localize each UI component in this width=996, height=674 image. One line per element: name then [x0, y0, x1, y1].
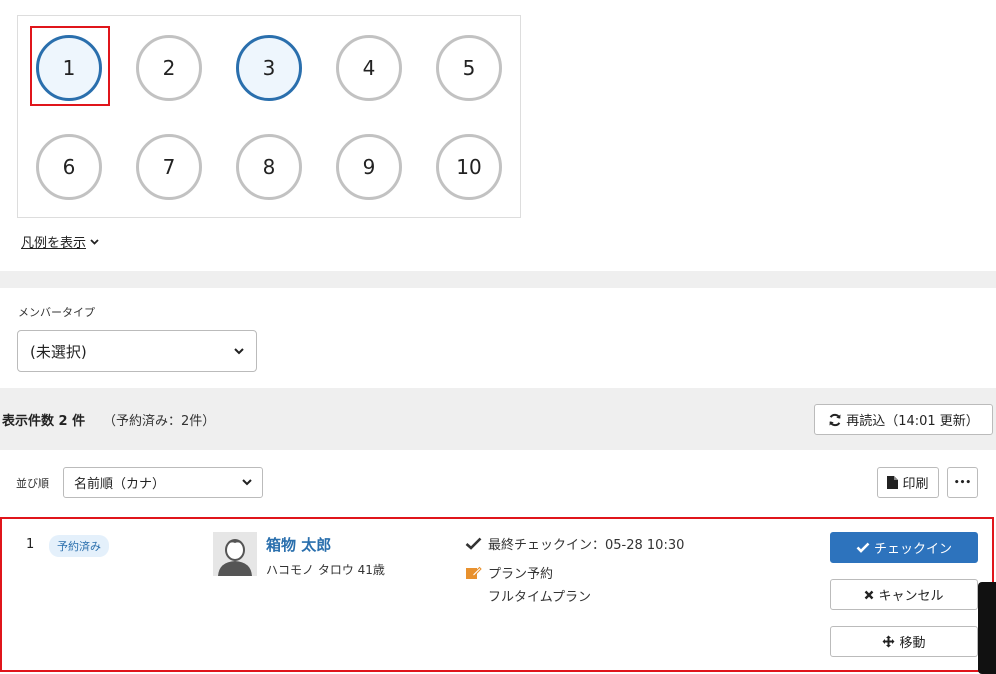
avatar [213, 532, 257, 576]
legend-toggle-link[interactable]: 凡例を表示 [21, 232, 99, 251]
chevron-down-icon [242, 479, 252, 486]
seat-6[interactable]: 6 [36, 134, 102, 200]
cancel-button-label: キャンセル [878, 589, 944, 604]
member-type-label: メンバータイプ [18, 306, 95, 319]
move-arrows-icon [882, 635, 895, 648]
legend-link-label: 凡例を表示 [21, 236, 87, 251]
check-icon [856, 542, 870, 553]
more-options-button[interactable]: ••• [947, 467, 978, 498]
row-index: 1 [26, 537, 35, 552]
chevron-down-icon [234, 347, 244, 354]
last-checkin-text: 最終チェックイン：05-28 10:30 [488, 538, 685, 553]
member-type-select[interactable]: (未選択) [17, 330, 257, 372]
checkin-button-label: チェックイン [873, 542, 952, 557]
reserved-count: （予約済み：2件） [103, 414, 216, 429]
move-button-label: 移動 [899, 636, 926, 651]
seat-1[interactable]: 1 [36, 35, 102, 101]
plan-name-line: フルタイムプラン [488, 586, 591, 605]
reservation-card: 1 予約済み 箱物 太郎 ハコモノ タロウ 41歳 最終チェックイン：05-28… [0, 517, 994, 672]
sort-value: 名前順（カナ） [74, 477, 166, 492]
member-kana-age: ハコモノ タロウ 41歳 [266, 563, 385, 577]
result-count: 表示件数 2 件 [2, 414, 86, 429]
plan-type-text: プラン予約 [488, 567, 554, 582]
seat-7[interactable]: 7 [136, 134, 202, 200]
plan-edit-icon [466, 566, 482, 579]
move-button[interactable]: 移動 [830, 626, 978, 657]
plan-name-text: フルタイムプラン [488, 590, 591, 605]
section-divider [0, 271, 996, 288]
seat-4[interactable]: 4 [336, 35, 402, 101]
seat-3[interactable]: 3 [236, 35, 302, 101]
reload-button[interactable]: 再読込（14:01 更新） [814, 404, 993, 435]
close-icon [865, 590, 874, 599]
feedback-side-tab[interactable] [978, 582, 996, 674]
refresh-icon [829, 413, 841, 426]
seat-2[interactable]: 2 [136, 35, 202, 101]
reload-button-label: 再読込（14:01 更新） [846, 414, 979, 429]
more-options-icon: ••• [953, 477, 972, 488]
seat-8[interactable]: 8 [236, 134, 302, 200]
last-checkin-line: 最終チェックイン：05-28 10:30 [465, 534, 684, 553]
seat-5[interactable]: 5 [436, 35, 502, 101]
seat-map-panel: 1 2 3 4 5 6 7 8 9 10 [17, 15, 521, 218]
checkin-button[interactable]: チェックイン [830, 532, 978, 563]
document-icon [887, 476, 899, 489]
check-icon [465, 537, 482, 550]
sort-label: 並び順 [16, 477, 49, 490]
member-type-value: (未選択) [30, 342, 87, 361]
print-button-label: 印刷 [902, 477, 929, 492]
cancel-button[interactable]: キャンセル [830, 579, 978, 610]
seat-9[interactable]: 9 [336, 134, 402, 200]
plan-type-line: プラン予約 [465, 563, 553, 582]
seat-10[interactable]: 10 [436, 134, 502, 200]
person-icon [213, 532, 257, 576]
status-badge: 予約済み [49, 535, 109, 557]
chevron-down-icon [90, 239, 99, 245]
print-button[interactable]: 印刷 [877, 467, 939, 498]
member-name-link[interactable]: 箱物 太郎 [266, 534, 331, 555]
sort-select[interactable]: 名前順（カナ） [63, 467, 263, 498]
